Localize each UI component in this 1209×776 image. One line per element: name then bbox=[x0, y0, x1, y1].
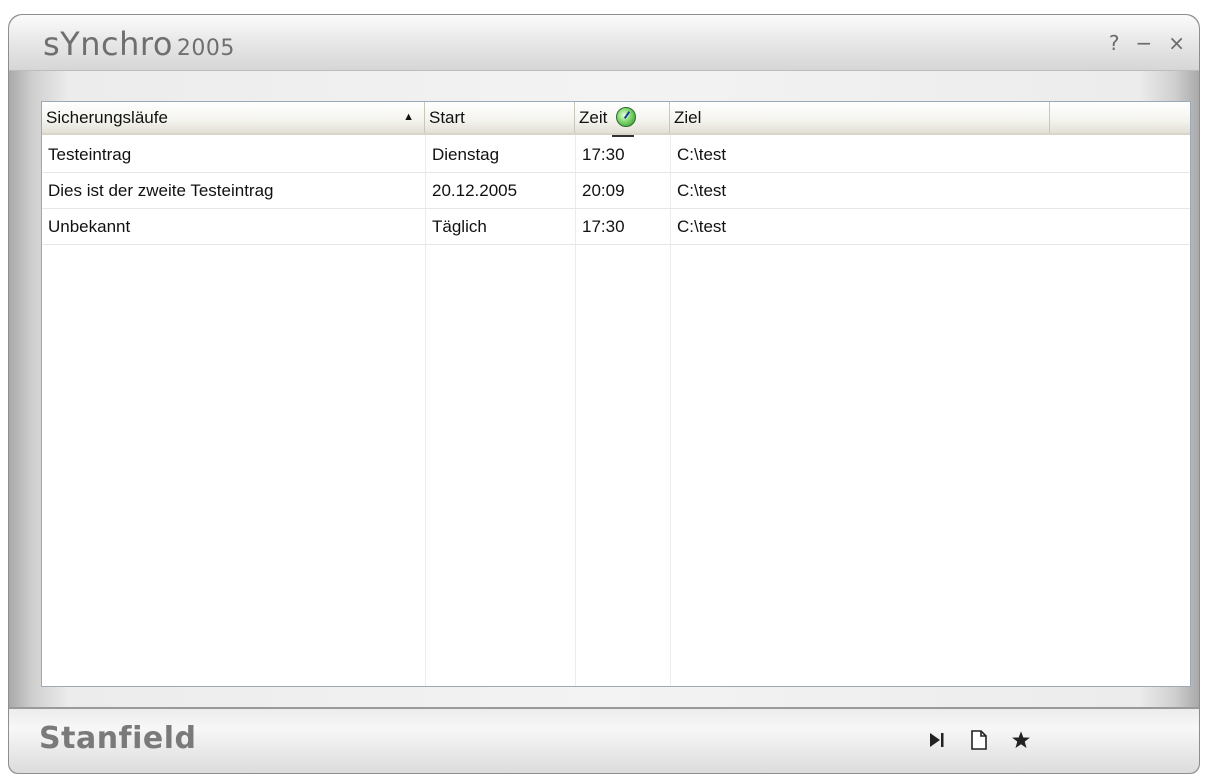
cell-start: Dienstag bbox=[432, 145, 500, 164]
cell-time: 17:30 bbox=[582, 145, 625, 164]
column-header-target[interactable]: Ziel bbox=[670, 102, 1050, 133]
cell-time: 20:09 bbox=[582, 181, 625, 200]
clock-icon-wrap bbox=[612, 102, 637, 137]
cell-target: C:\test bbox=[677, 145, 727, 164]
cell-target: C:\test bbox=[677, 181, 727, 200]
column-header-name-label: Sicherungsläufe bbox=[46, 108, 168, 127]
footer-toolbar bbox=[927, 729, 1031, 751]
title-bar[interactable]: sYnchro 2005 ? − × bbox=[9, 15, 1199, 71]
new-entry-button[interactable] bbox=[969, 729, 989, 751]
app-title: sYnchro 2005 bbox=[43, 25, 235, 63]
column-header-name[interactable]: Sicherungsläufe ▲ bbox=[42, 102, 425, 133]
cell-name: Unbekannt bbox=[48, 217, 131, 236]
cell-target: C:\test bbox=[677, 217, 727, 236]
column-header-start-label: Start bbox=[429, 108, 465, 127]
star-icon bbox=[1012, 731, 1030, 748]
backup-list: Sicherungsläufe ▲ Start Zeit Ziel Testei… bbox=[41, 101, 1191, 687]
cell-start: Täglich bbox=[432, 217, 487, 236]
table-row[interactable]: Testeintrag Dienstag 17:30 C:\test bbox=[42, 137, 1190, 173]
column-header-start[interactable]: Start bbox=[425, 102, 575, 133]
new-document-icon bbox=[971, 730, 987, 750]
list-header: Sicherungsläufe ▲ Start Zeit Ziel bbox=[42, 102, 1190, 137]
cell-time: 17:30 bbox=[582, 217, 625, 236]
help-button[interactable]: ? bbox=[1109, 33, 1120, 53]
column-header-target-label: Ziel bbox=[674, 108, 702, 127]
cell-name: Testeintrag bbox=[48, 145, 132, 164]
favorites-button[interactable] bbox=[1011, 729, 1031, 751]
clock-icon bbox=[616, 106, 637, 127]
table-row[interactable]: Dies ist der zweite Testeintrag 20.12.20… bbox=[42, 173, 1190, 209]
column-header-time-label: Zeit bbox=[579, 108, 608, 127]
app-title-year: 2005 bbox=[176, 36, 235, 61]
cell-start: 20.12.2005 bbox=[432, 181, 518, 200]
list-rows: Testeintrag Dienstag 17:30 C:\test Dies … bbox=[42, 137, 1190, 245]
play-end-icon bbox=[930, 733, 944, 747]
cell-name: Dies ist der zweite Testeintrag bbox=[48, 181, 274, 200]
minimize-button[interactable]: − bbox=[1135, 33, 1152, 53]
sort-ascending-icon: ▲ bbox=[403, 111, 414, 123]
bottom-bar: Stanfield bbox=[9, 707, 1199, 773]
brand-logo: Stanfield bbox=[39, 721, 197, 756]
column-header-time[interactable]: Zeit bbox=[575, 102, 670, 137]
close-button[interactable]: × bbox=[1168, 33, 1185, 53]
app-title-name: sYnchro bbox=[43, 25, 173, 63]
app-window: sYnchro 2005 ? − × Sicherungsläufe ▲ Star… bbox=[8, 14, 1200, 774]
run-button[interactable] bbox=[927, 729, 947, 751]
table-row[interactable]: Unbekannt Täglich 17:30 C:\test bbox=[42, 209, 1190, 245]
window-controls: ? − × bbox=[1109, 33, 1185, 53]
